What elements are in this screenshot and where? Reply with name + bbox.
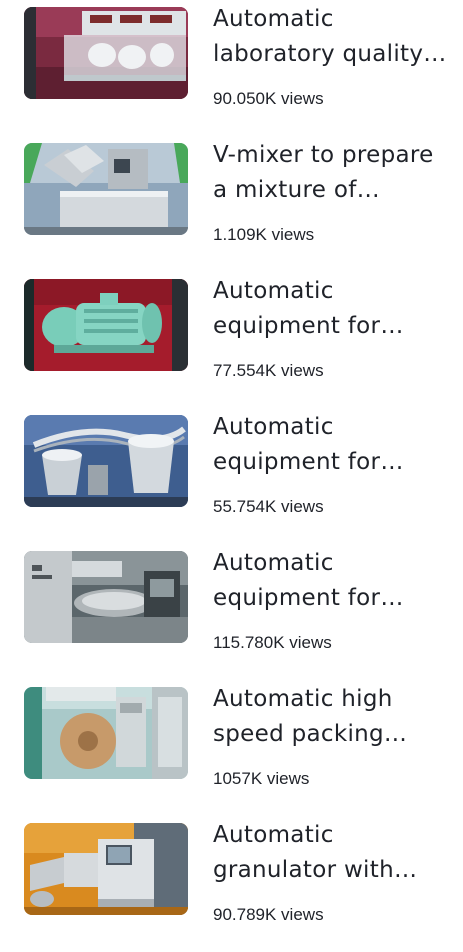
view-count: 90.789K views bbox=[213, 905, 324, 924]
view-count: 55.754K views bbox=[213, 497, 324, 516]
lab-quality-tester-image bbox=[24, 7, 188, 99]
video-item[interactable]: Automatic equipment for pharmaceutical p… bbox=[0, 544, 463, 680]
video-title[interactable]: Automatic laboratory quality control equ… bbox=[213, 2, 449, 72]
steel-vacuum-loader-image bbox=[24, 415, 188, 507]
video-thumbnail[interactable] bbox=[24, 7, 188, 99]
video-title[interactable]: Automatic high speed packing machine bbox=[213, 682, 449, 752]
video-title[interactable]: Automatic equipment for pharmaceutical p… bbox=[213, 274, 449, 344]
video-item[interactable]: Automatic equipment for pharmaceutical p… bbox=[0, 408, 463, 544]
green-motor-pump-image bbox=[24, 279, 188, 371]
v-mixer-image bbox=[24, 143, 188, 235]
video-thumbnail[interactable] bbox=[24, 823, 188, 915]
view-count: 1057K views bbox=[213, 769, 310, 788]
video-item[interactable]: Automatic equipment for pharmaceutical p… bbox=[0, 272, 463, 408]
video-thumbnail[interactable] bbox=[24, 279, 188, 371]
video-item[interactable]: V-mixer to prepare a mixture of powders … bbox=[0, 136, 463, 272]
video-item[interactable]: Automatic granulator with control panel … bbox=[0, 816, 463, 952]
view-count: 115.780K views bbox=[213, 633, 332, 652]
granulator-image bbox=[24, 823, 188, 915]
view-count: 77.554K views bbox=[213, 361, 324, 380]
video-item[interactable]: Automatic laboratory quality control equ… bbox=[0, 0, 463, 136]
video-thumbnail[interactable] bbox=[24, 551, 188, 643]
view-count: 1.109K views bbox=[213, 225, 315, 244]
video-thumbnail[interactable] bbox=[24, 687, 188, 779]
video-title[interactable]: Automatic granulator with control panel bbox=[213, 818, 449, 888]
video-title[interactable]: Automatic equipment for pharmaceutical p… bbox=[213, 546, 449, 616]
view-count: 90.050K views bbox=[213, 89, 324, 108]
video-item[interactable]: Automatic high speed packing machine 105… bbox=[0, 680, 463, 816]
video-title[interactable]: Automatic equipment for pharmaceutical p… bbox=[213, 410, 449, 480]
video-thumbnail[interactable] bbox=[24, 143, 188, 235]
video-thumbnail[interactable] bbox=[24, 415, 188, 507]
video-title[interactable]: V-mixer to prepare a mixture of powders bbox=[213, 138, 449, 208]
tablet-press-image bbox=[24, 551, 188, 643]
packing-machine-image bbox=[24, 687, 188, 779]
